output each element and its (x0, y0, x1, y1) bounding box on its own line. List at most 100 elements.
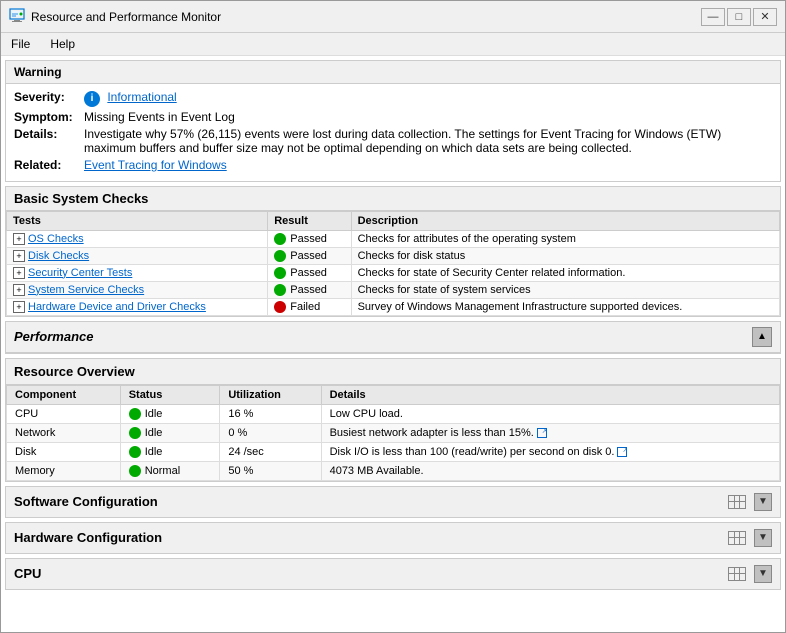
related-link[interactable]: Event Tracing for Windows (84, 158, 227, 172)
expand-icon[interactable]: + (13, 233, 25, 245)
window-controls: — □ ✕ (701, 8, 777, 26)
test-cell: +Disk Checks (7, 247, 268, 264)
result-text: Passed (290, 267, 327, 279)
hardware-config-title: Hardware Configuration (14, 530, 162, 545)
warning-content: Severity: i Informational Symptom: Missi… (6, 84, 780, 181)
result-cell: Failed (268, 298, 351, 315)
details-cell: Busiest network adapter is less than 15%… (321, 423, 779, 442)
details-value: Investigate why 57% (26,115) events were… (84, 127, 772, 155)
cpu-header[interactable]: CPU ▼ (6, 559, 780, 589)
hardware-config-section: Hardware Configuration ▼ (5, 522, 781, 554)
res-col-utilization: Utilization (220, 385, 321, 404)
cpu-chevron[interactable]: ▼ (754, 565, 772, 583)
test-cell: +Hardware Device and Driver Checks (7, 298, 268, 315)
external-link-icon[interactable]: ↗ (617, 447, 627, 457)
resource-row: CPUIdle16 %Low CPU load. (7, 404, 780, 423)
expand-icon[interactable]: + (13, 267, 25, 279)
result-text: Passed (290, 233, 327, 245)
component-cell: Disk (7, 442, 121, 461)
res-col-details: Details (321, 385, 779, 404)
warning-section: Warning Severity: i Informational Sympto… (5, 60, 781, 182)
resource-row: MemoryNormal50 %4073 MB Available. (7, 461, 780, 480)
green-dot-icon (274, 250, 286, 262)
menu-file[interactable]: File (5, 35, 36, 53)
test-link[interactable]: OS Checks (28, 233, 84, 245)
green-dot-icon (274, 267, 286, 279)
utilization-cell: 24 /sec (220, 442, 321, 461)
component-cell: Network (7, 423, 121, 442)
performance-section: Performance ▲ (5, 321, 781, 354)
warning-header: Warning (6, 61, 780, 84)
details-label: Details: (14, 127, 84, 141)
details-cell: 4073 MB Available. (321, 461, 779, 480)
description-cell: Survey of Windows Management Infrastruct… (351, 298, 779, 315)
col-result: Result (268, 211, 351, 230)
test-cell: +OS Checks (7, 230, 268, 247)
description-cell: Checks for disk status (351, 247, 779, 264)
cpu-title: CPU (14, 566, 41, 581)
status-text: Idle (145, 408, 163, 420)
utilization-cell: 50 % (220, 461, 321, 480)
green-dot-icon (274, 284, 286, 296)
severity-row: Severity: i Informational (14, 90, 772, 107)
software-config-icons: ▼ (728, 493, 772, 511)
hardware-config-chevron[interactable]: ▼ (754, 529, 772, 547)
menu-help[interactable]: Help (44, 35, 81, 53)
maximize-button[interactable]: □ (727, 8, 751, 26)
performance-collapse-btn[interactable]: ▲ (752, 327, 772, 347)
related-value: Event Tracing for Windows (84, 158, 772, 172)
status-dot-icon (129, 427, 141, 439)
result-text: Passed (290, 250, 327, 262)
menu-bar: File Help (1, 33, 785, 56)
test-link[interactable]: System Service Checks (28, 284, 144, 296)
resource-overview-section: Resource Overview Component Status Utili… (5, 358, 781, 482)
close-button[interactable]: ✕ (753, 8, 777, 26)
performance-title: Performance (14, 329, 93, 344)
external-link-icon[interactable]: ↗ (537, 428, 547, 438)
software-config-title: Software Configuration (14, 494, 158, 509)
component-cell: CPU (7, 404, 121, 423)
result-cell: Passed (268, 247, 351, 264)
info-icon: i (84, 91, 100, 107)
result-cell: Passed (268, 264, 351, 281)
res-col-component: Component (7, 385, 121, 404)
severity-value: i Informational (84, 90, 772, 107)
table-row: +Hardware Device and Driver ChecksFailed… (7, 298, 780, 315)
test-link[interactable]: Hardware Device and Driver Checks (28, 301, 206, 313)
main-content: Warning Severity: i Informational Sympto… (1, 56, 785, 632)
checks-table: Tests Result Description +OS ChecksPasse… (6, 211, 780, 316)
test-cell: +System Service Checks (7, 281, 268, 298)
software-config-header[interactable]: Software Configuration ▼ (6, 487, 780, 517)
title-bar: Resource and Performance Monitor — □ ✕ (1, 1, 785, 33)
expand-icon[interactable]: + (13, 284, 25, 296)
status-cell: Idle (120, 404, 220, 423)
main-window: Resource and Performance Monitor — □ ✕ F… (0, 0, 786, 633)
related-row: Related: Event Tracing for Windows (14, 158, 772, 172)
title-bar-left: Resource and Performance Monitor (9, 7, 221, 26)
resource-row: DiskIdle24 /secDisk I/O is less than 100… (7, 442, 780, 461)
status-dot-icon (129, 408, 141, 420)
status-dot-icon (129, 446, 141, 458)
cpu-grid-icon (728, 567, 746, 581)
table-row: +System Service ChecksPassedChecks for s… (7, 281, 780, 298)
expand-icon[interactable]: + (13, 250, 25, 262)
test-link[interactable]: Security Center Tests (28, 267, 132, 279)
table-row: +OS Checks Passed Checks for attributes of… (7, 230, 780, 247)
status-cell: Normal (120, 461, 220, 480)
res-col-status: Status (120, 385, 220, 404)
resource-table: Component Status Utilization Details CPU… (6, 385, 780, 481)
status-cell: Idle (120, 442, 220, 461)
minimize-button[interactable]: — (701, 8, 725, 26)
col-description: Description (351, 211, 779, 230)
cpu-section: CPU ▼ (5, 558, 781, 590)
hardware-config-header[interactable]: Hardware Configuration ▼ (6, 523, 780, 553)
description-cell: Checks for state of system services (351, 281, 779, 298)
test-link[interactable]: Disk Checks (28, 250, 89, 262)
software-config-chevron[interactable]: ▼ (754, 493, 772, 511)
details-row: Details: Investigate why 57% (26,115) ev… (14, 127, 772, 155)
performance-header[interactable]: Performance ▲ (6, 322, 780, 353)
expand-icon[interactable]: + (13, 301, 25, 313)
description-cell: Checks for attributes of the operating s… (351, 230, 779, 247)
table-row: +Security Center TestsPassedChecks for s… (7, 264, 780, 281)
severity-link[interactable]: Informational (107, 90, 176, 104)
